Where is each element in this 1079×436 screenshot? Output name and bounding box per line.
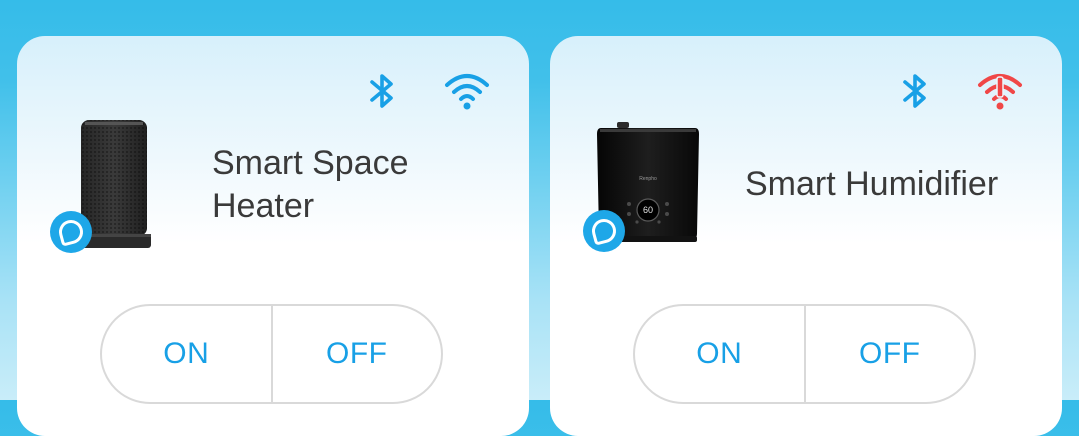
device-card-space-heater[interactable]: Smart Space Heater ON OFF [17,36,529,436]
off-button[interactable]: OFF [273,306,442,402]
alexa-icon [50,211,92,253]
power-toggle: ON OFF [100,304,443,404]
on-button[interactable]: ON [635,306,804,402]
wifi-icon [445,74,489,110]
humidity-display: 60 [643,205,653,215]
alexa-icon [583,210,625,252]
device-card-humidifier[interactable]: Renpho 60 Smart Humidifier ON OFF [550,36,1062,436]
power-toggle: ON OFF [633,304,976,404]
device-name: Smart Humidifier [745,165,999,203]
bluetooth-icon [370,74,393,108]
svg-text:Renpho: Renpho [639,176,657,182]
device-name: Smart Space Heater [212,144,409,225]
on-button[interactable]: ON [102,306,271,402]
wifi-alert-icon [978,74,1022,110]
off-button[interactable]: OFF [806,306,975,402]
bluetooth-icon [903,74,926,108]
